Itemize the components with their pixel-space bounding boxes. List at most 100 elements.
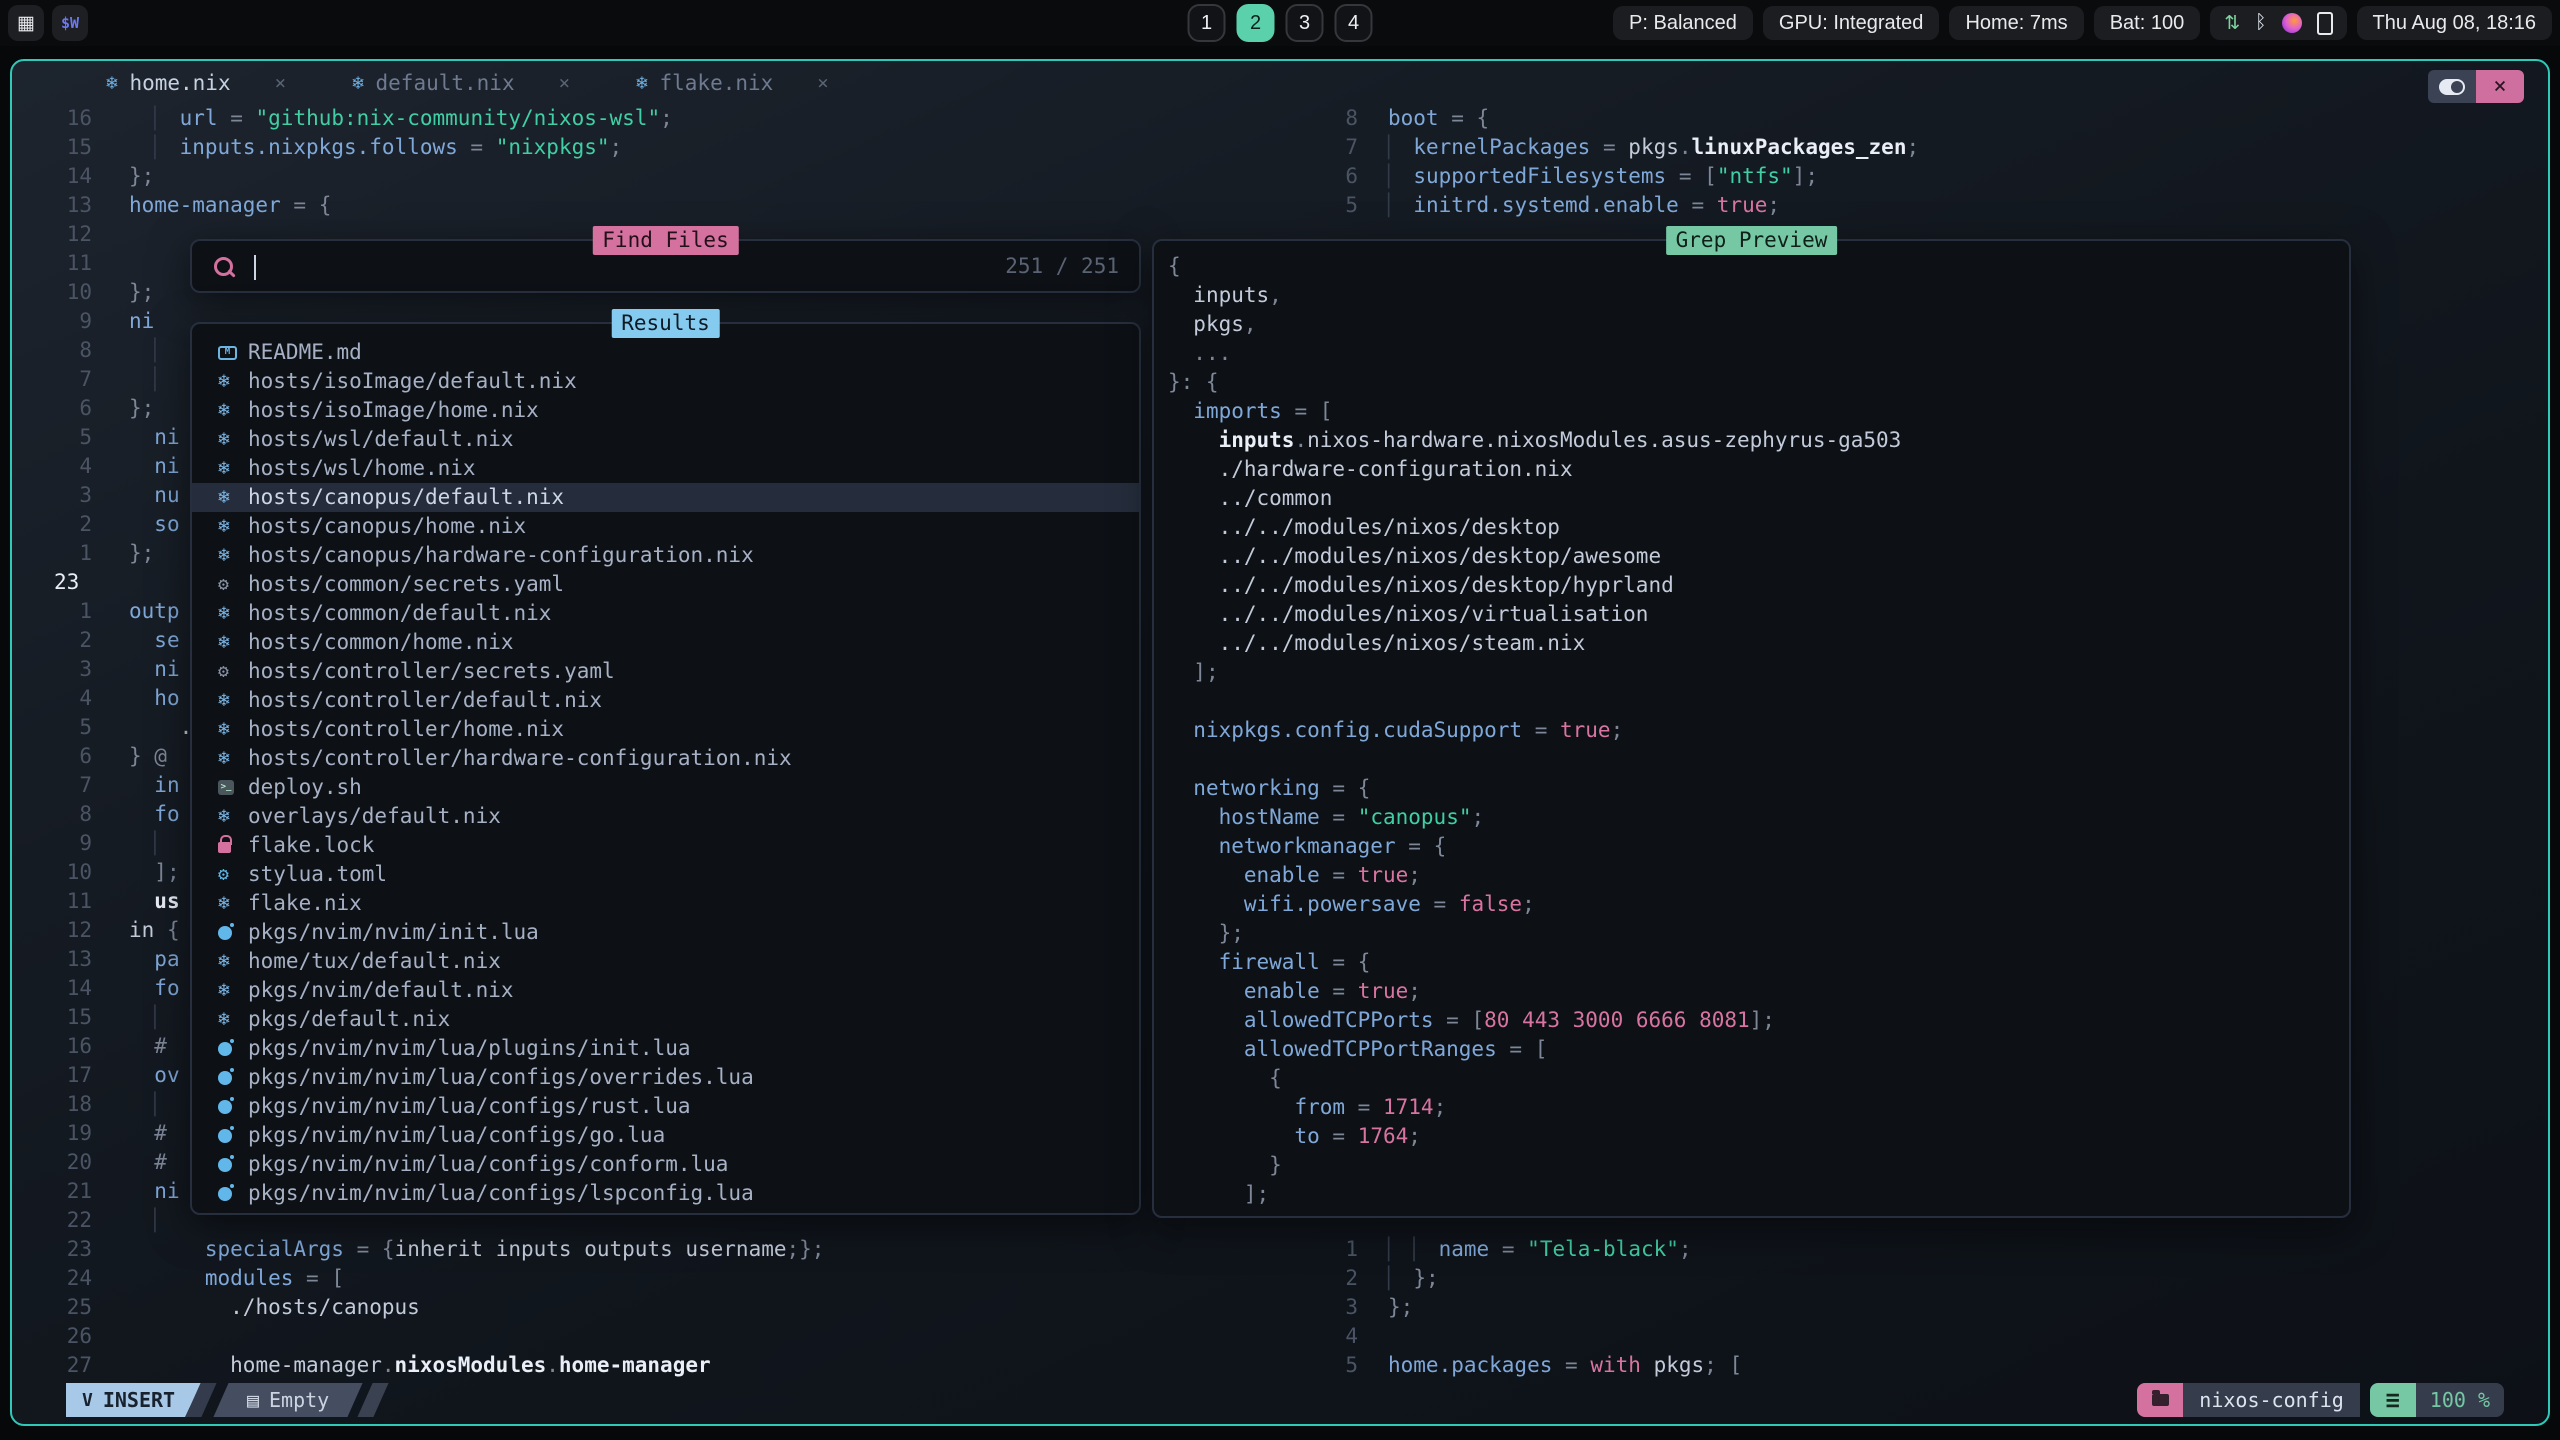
text-cursor	[254, 255, 256, 280]
code-token	[1168, 1008, 1244, 1032]
result-item[interactable]: flake.lock	[192, 831, 1139, 860]
close-window-button[interactable]: ×	[2476, 70, 2524, 103]
network-icon[interactable]: ⇅	[2224, 12, 2240, 35]
result-item[interactable]: stylua.toml	[192, 860, 1139, 889]
code-line[interactable]: 5▏ initrd.systemd.enable = true;	[1308, 191, 1919, 220]
result-item[interactable]: pkgs/nvim/nvim/lua/configs/overrides.lua	[192, 1063, 1139, 1092]
code-line[interactable]: 3};	[1308, 1293, 1919, 1322]
code-token: }: {	[1168, 370, 1219, 394]
line-number: 3	[1308, 1293, 1358, 1322]
code-line[interactable]: 5home.packages = with pkgs; [	[1308, 1351, 1919, 1380]
code-line[interactable]: 8boot = {	[1308, 104, 1919, 133]
result-item[interactable]: hosts/isoImage/home.nix	[192, 396, 1139, 425]
toggle-button[interactable]	[2428, 70, 2476, 103]
code-token	[344, 1237, 357, 1261]
result-item[interactable]: pkgs/nvim/nvim/lua/configs/lspconfig.lua	[192, 1179, 1139, 1208]
code-line[interactable]: 13home-manager = {	[12, 191, 824, 220]
result-item[interactable]: hosts/common/default.nix	[192, 599, 1139, 628]
workspace-button-1[interactable]: 1	[1188, 4, 1226, 42]
code-text: us	[129, 887, 180, 916]
phone-icon[interactable]	[2317, 12, 2333, 35]
line-number: 10	[48, 278, 92, 307]
result-item[interactable]: pkgs/nvim/nvim/lua/configs/conform.lua	[192, 1150, 1139, 1179]
result-item[interactable]: hosts/canopus/home.nix	[192, 512, 1139, 541]
code-token	[1345, 950, 1358, 974]
code-line[interactable]: 6▏ supportedFilesystems = ["ntfs"];	[1308, 162, 1919, 191]
code-token: enable	[1244, 979, 1320, 1003]
result-item[interactable]: hosts/common/home.nix	[192, 628, 1139, 657]
workspace-button-2[interactable]: 2	[1237, 4, 1275, 42]
code-token: ▏	[154, 1208, 167, 1232]
line-number: 18	[48, 1090, 92, 1119]
result-item[interactable]: pkgs/nvim/nvim/init.lua	[192, 918, 1139, 947]
app-launcher-button[interactable]: ▦	[8, 5, 44, 41]
result-item[interactable]: hosts/common/secrets.yaml	[192, 570, 1139, 599]
result-item[interactable]: hosts/controller/default.nix	[192, 686, 1139, 715]
result-item[interactable]: deploy.sh	[192, 773, 1139, 802]
result-item[interactable]: home/tux/default.nix	[192, 947, 1139, 976]
bluetooth-icon[interactable]: ᛒ	[2255, 12, 2266, 34]
result-item[interactable]: pkgs/nvim/nvim/lua/configs/rust.lua	[192, 1092, 1139, 1121]
workspace-switcher-button[interactable]: $W	[52, 5, 88, 41]
result-item[interactable]: hosts/isoImage/default.nix	[192, 367, 1139, 396]
result-name: home/tux/default.nix	[248, 947, 501, 976]
code-token	[1168, 457, 1219, 481]
code-token: {	[1358, 950, 1371, 974]
workspace-button-4[interactable]: 4	[1335, 4, 1373, 42]
code-line[interactable]: 1▏ ▏ name = "Tela-black";	[1308, 1235, 1919, 1264]
code-token: {	[154, 918, 179, 942]
code-line[interactable]: 25 ./hosts/canopus	[12, 1293, 824, 1322]
code-line[interactable]: 27 home-manager.nixosModules.home-manage…	[12, 1351, 824, 1380]
workspace-button-3[interactable]: 3	[1286, 4, 1324, 42]
result-item[interactable]: pkgs/default.nix	[192, 1005, 1139, 1034]
code-line[interactable]: 14};	[12, 162, 824, 191]
result-item[interactable]: hosts/controller/secrets.yaml	[192, 657, 1139, 686]
tab-default.nix[interactable]: ❄default.nix×	[316, 61, 600, 104]
code-token: ;	[660, 106, 673, 130]
result-item[interactable]: hosts/controller/hardware-configuration.…	[192, 744, 1139, 773]
code-token: ../../modules/nixos/virtualisation	[1219, 602, 1649, 626]
code-token	[129, 425, 154, 449]
result-item[interactable]: pkgs/nvim/nvim/lua/configs/go.lua	[192, 1121, 1139, 1150]
line-number: 5	[1308, 191, 1358, 220]
media-icon[interactable]	[2282, 13, 2302, 33]
result-item[interactable]: hosts/wsl/default.nix	[192, 425, 1139, 454]
code-line[interactable]: 16 ▏ url = "github:nix-community/nixos-w…	[12, 104, 824, 133]
nix-icon	[218, 980, 242, 1002]
result-name: hosts/common/default.nix	[248, 599, 551, 628]
nix-icon	[218, 1009, 242, 1031]
statusline: V INSERT ▤ Empty nixos-config ≡ 100 %	[12, 1383, 2548, 1417]
code-text: se	[129, 626, 180, 655]
close-tab-icon[interactable]: ×	[559, 72, 570, 94]
tab-flake.nix[interactable]: ❄flake.nix×	[600, 61, 859, 104]
result-item[interactable]: hosts/canopus/default.nix	[192, 483, 1139, 512]
code-line[interactable]: 2▏ };	[1308, 1264, 1919, 1293]
code-line[interactable]: 23 specialArgs = {inherit inputs outputs…	[12, 1235, 824, 1264]
code-token	[129, 1266, 205, 1290]
result-item[interactable]: overlays/default.nix	[192, 802, 1139, 831]
code-token	[1168, 428, 1219, 452]
find-files-prompt[interactable]: Find Files 251 / 251	[190, 239, 1141, 293]
close-tab-icon[interactable]: ×	[817, 72, 828, 94]
code-line[interactable]: 26	[12, 1322, 824, 1351]
result-name: pkgs/nvim/nvim/lua/configs/overrides.lua	[248, 1063, 754, 1092]
nix-icon	[218, 690, 242, 712]
line-number: 23	[48, 1235, 92, 1264]
result-name: pkgs/nvim/default.nix	[248, 976, 514, 1005]
code-line[interactable]: 24 modules = [	[12, 1264, 824, 1293]
code-line[interactable]: 4	[1308, 1322, 1919, 1351]
result-item[interactable]: hosts/controller/home.nix	[192, 715, 1139, 744]
result-item[interactable]: README.md	[192, 338, 1139, 367]
close-tab-icon[interactable]: ×	[275, 72, 286, 94]
result-item[interactable]: hosts/wsl/home.nix	[192, 454, 1139, 483]
code-line[interactable]: 7▏ kernelPackages = pkgs.linuxPackages_z…	[1308, 133, 1919, 162]
result-item[interactable]: flake.nix	[192, 889, 1139, 918]
tab-home.nix[interactable]: ❄home.nix×	[70, 61, 316, 104]
code-token	[129, 860, 154, 884]
line-number: 2	[1308, 1264, 1358, 1293]
code-token: linuxPackages_zen	[1692, 135, 1907, 159]
result-item[interactable]: pkgs/nvim/default.nix	[192, 976, 1139, 1005]
result-item[interactable]: hosts/canopus/hardware-configuration.nix	[192, 541, 1139, 570]
result-item[interactable]: pkgs/nvim/nvim/lua/plugins/init.lua	[192, 1034, 1139, 1063]
code-line[interactable]: 15 ▏ inputs.nixpkgs.follows = "nixpkgs";	[12, 133, 824, 162]
